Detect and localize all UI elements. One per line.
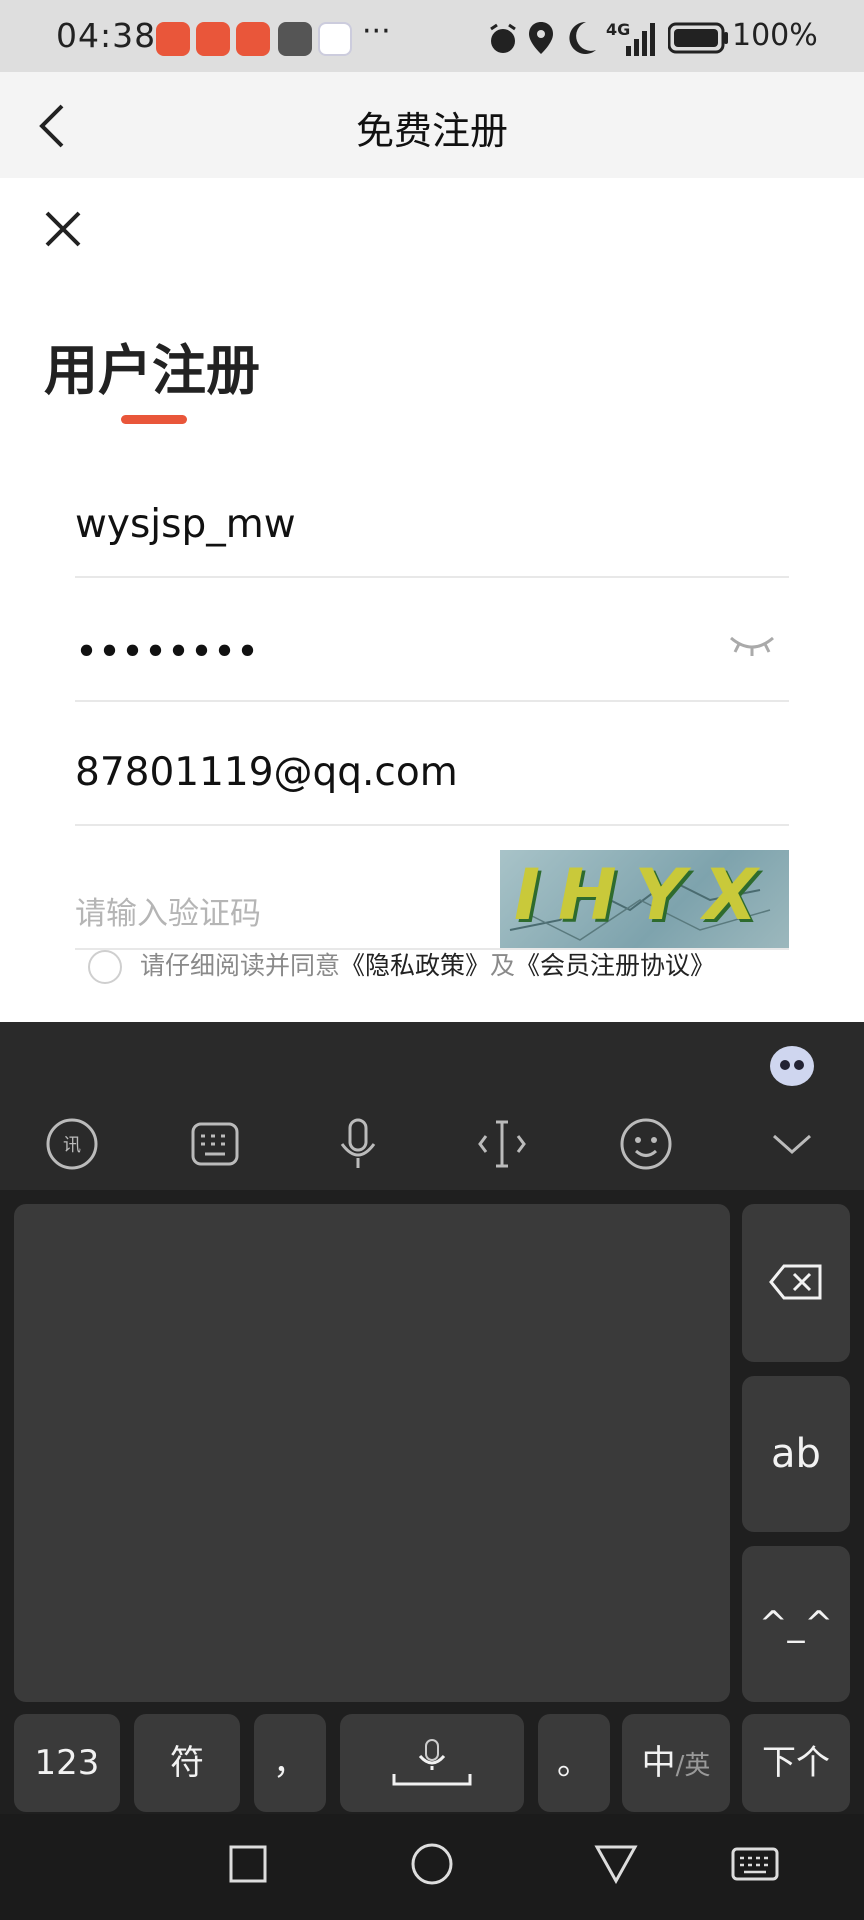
email-value: 87801119@qq.com — [75, 750, 458, 795]
recents-icon[interactable] — [228, 1844, 268, 1884]
moon-icon — [569, 21, 596, 54]
status-bar: 04:38 ··· 4G 100% — [0, 0, 864, 72]
period-key[interactable]: 。 — [538, 1714, 610, 1812]
back-nav-icon[interactable] — [594, 1844, 638, 1884]
username-field[interactable]: wysjsp_mw — [75, 454, 789, 578]
app-notification-icon — [196, 22, 230, 56]
svg-text:讯: 讯 — [63, 1135, 81, 1156]
app-notification-icon — [236, 22, 270, 56]
title-bar: 免费注册 — [0, 72, 864, 178]
microphone-icon[interactable] — [328, 1114, 388, 1174]
form-heading: 用户注册 — [44, 339, 260, 402]
language-switch-label: 中/英 — [622, 1714, 730, 1815]
handwriting-area[interactable] — [14, 1204, 730, 1702]
captcha-text: IHYX — [514, 854, 776, 936]
password-field[interactable]: •••••••• — [75, 578, 789, 702]
emoticon-key-label: ^_^ — [759, 1604, 833, 1644]
page-title: 免费注册 — [355, 109, 508, 153]
agreement-checkbox[interactable] — [88, 950, 122, 984]
alarm-icon — [490, 23, 516, 53]
agreement-row: 请仔细阅读并同意《隐私政策》及《会员注册协议》 — [88, 946, 715, 986]
comma-key-label: ， — [273, 1743, 307, 1783]
location-icon — [529, 22, 553, 54]
next-key[interactable]: 下个 — [742, 1714, 850, 1812]
captcha-field[interactable]: 请输入验证码 — [75, 826, 495, 950]
number-key-label: 123 — [34, 1743, 100, 1783]
heading-accent-bar — [121, 415, 187, 424]
captcha-image[interactable]: IHYX — [500, 850, 789, 948]
collapse-keyboard-icon[interactable] — [762, 1114, 822, 1174]
keyboard-layout-icon[interactable] — [185, 1114, 245, 1174]
system-nav-bar — [0, 1814, 864, 1920]
lang-secondary: /英 — [675, 1751, 711, 1781]
lang-primary: 中 — [641, 1743, 676, 1783]
hide-password-icon[interactable] — [729, 632, 775, 662]
keyboard-toolbar: 讯 — [0, 1022, 864, 1190]
iflytek-icon[interactable]: 讯 — [42, 1114, 102, 1174]
symbol-key[interactable]: 符 — [134, 1714, 240, 1812]
keyboard-body: ab ^_^ 123 符 ， 。 中/英 下个 — [0, 1190, 864, 1814]
app-notification-icon — [318, 22, 352, 56]
next-key-label: 下个 — [762, 1743, 830, 1783]
emoji-icon[interactable] — [616, 1114, 676, 1174]
period-key-label: 。 — [557, 1743, 591, 1783]
battery-percent: 100% — [732, 18, 818, 53]
home-icon[interactable] — [410, 1842, 454, 1886]
captcha-placeholder: 请输入验证码 — [75, 896, 261, 932]
username-value: wysjsp_mw — [75, 502, 296, 547]
backspace-icon — [769, 1264, 822, 1300]
ab-key[interactable]: ab — [742, 1376, 850, 1532]
emoticon-key[interactable]: ^_^ — [742, 1546, 850, 1702]
member-agreement-link[interactable]: 《会员注册协议》 — [515, 951, 715, 980]
app-notification-icon — [278, 22, 312, 56]
backspace-key[interactable] — [742, 1204, 850, 1362]
app-notification-icon — [156, 22, 190, 56]
password-value: •••••••• — [75, 630, 260, 675]
voice-space-icon — [392, 1739, 472, 1786]
agreement-and: 及 — [490, 951, 516, 980]
close-icon[interactable] — [44, 210, 82, 248]
signal-icon — [626, 23, 655, 56]
ab-key-label: ab — [771, 1431, 821, 1477]
comma-key[interactable]: ， — [254, 1714, 326, 1812]
battery-icon — [668, 22, 728, 54]
assistant-avatar-icon[interactable] — [768, 1044, 816, 1088]
privacy-policy-link[interactable]: 《隐私政策》 — [340, 951, 490, 980]
keyboard-switch-icon[interactable] — [730, 1844, 780, 1884]
number-key[interactable]: 123 — [14, 1714, 120, 1812]
more-notifications-icon: ··· — [362, 14, 391, 49]
agreement-prefix: 请仔细阅读并同意 — [140, 951, 341, 980]
cursor-icon[interactable] — [472, 1114, 532, 1174]
language-switch-key[interactable]: 中/英 — [622, 1714, 730, 1812]
soft-keyboard: 讯 ab ^_^ 123 符 ， 。 中/英 下个 — [0, 1022, 864, 1814]
space-key[interactable] — [340, 1714, 524, 1812]
status-time: 04:38 — [56, 16, 157, 55]
symbol-key-label: 符 — [170, 1743, 204, 1783]
email-field[interactable]: 87801119@qq.com — [75, 702, 789, 826]
